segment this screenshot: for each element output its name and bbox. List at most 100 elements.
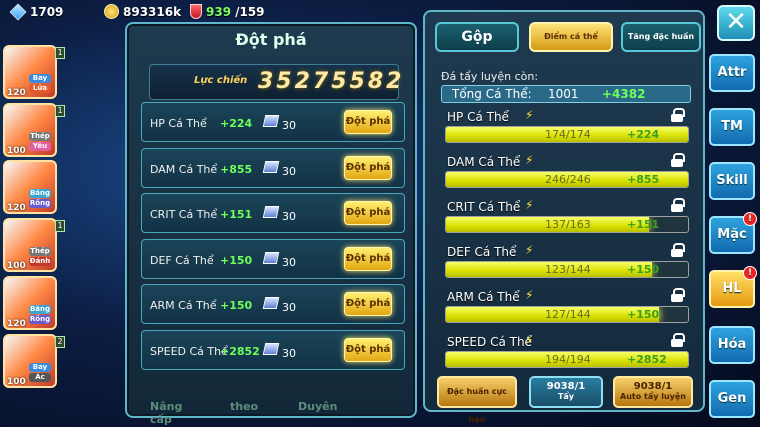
breakthrough-row: CRIT Cá Thể +151 30 Đột phá (141, 193, 405, 233)
type-badge: Yêu (29, 142, 51, 151)
remaining-stones-label: Đá tẩy luyện còn: (441, 70, 539, 83)
tab-duyen[interactable]: Duyên (298, 400, 337, 413)
auto-wash-button[interactable]: 9038/1 Auto tẩy luyện (613, 376, 693, 408)
tab-theo[interactable]: theo (230, 400, 258, 413)
tab-upgrade[interactable]: Nâng cấp (150, 400, 182, 426)
member-count: 1 (55, 105, 65, 117)
gem-icon (9, 3, 27, 21)
breakthrough-row: DEF Cá Thể +150 30 Đột phá (141, 238, 405, 279)
member-level: 100 (7, 146, 26, 156)
nav-label: Gen (717, 391, 747, 406)
close-button[interactable]: ✕ (717, 5, 755, 41)
stat-name: HP Cá Thể (150, 117, 207, 130)
gold-amount: 893316k (123, 4, 182, 19)
stat-bar-row: ARM Cá Thể ⚡ 127/144 +150 (445, 288, 689, 328)
team-member-card[interactable]: Bay Ác 100 2 (3, 334, 65, 388)
breakthrough-button[interactable]: Đột phá (344, 155, 392, 180)
member-level: 100 (7, 377, 26, 387)
stat-bonus: +150 (627, 263, 660, 276)
alert-badge: ! (743, 266, 757, 280)
gold-coin-icon (104, 4, 119, 19)
type-badge: Thép (29, 247, 51, 256)
nav-skill[interactable]: Skill (709, 162, 755, 200)
total-value: 1001 (548, 87, 579, 101)
team-member-card[interactable]: Thép Yêu 100 1 (3, 103, 65, 157)
stat-bar-row: CRIT Cá Thể ⚡ 137/163 +151 (445, 198, 689, 238)
type-badge: Ác (29, 373, 51, 382)
stat-name: ARM Cá Thể (150, 299, 217, 312)
auto-wash-count: 9038/1 (633, 381, 673, 392)
lock-icon[interactable] (671, 243, 685, 257)
lightning-icon: ⚡ (525, 153, 534, 167)
stat-value: 137/163 (545, 218, 591, 231)
lock-icon[interactable] (671, 333, 685, 347)
member-count: 1 (55, 220, 65, 232)
lock-icon[interactable] (671, 198, 685, 212)
breakthrough-button[interactable]: Đột phá (344, 292, 392, 316)
lock-icon[interactable] (671, 288, 685, 302)
ticket-icon (262, 160, 280, 173)
lightning-icon: ⚡ (525, 288, 534, 302)
member-level: 120 (7, 88, 26, 98)
breakthrough-row: DAM Cá Thể +855 30 Đột phá (141, 147, 405, 188)
energy-max: /159 (235, 4, 265, 19)
tab-special-training[interactable]: Tăng đặc huấn (621, 22, 701, 52)
stat-bonus: +855 (627, 173, 660, 186)
nav-hl[interactable]: HL! (709, 266, 757, 308)
nav-label: TM (721, 119, 743, 134)
ticket-icon (262, 297, 280, 309)
total-individual: Tổng Cá Thể: 1001 +4382 (441, 85, 691, 103)
ticket-icon (262, 342, 280, 355)
stat-bar-row: DAM Cá Thể ⚡ 246/246 +855 (445, 153, 689, 193)
nav-tm[interactable]: TM (709, 108, 755, 146)
lightning-icon: ⚡ (525, 333, 534, 347)
tab-individual-points[interactable]: Điểm cá thể (529, 22, 613, 52)
combat-power: Lực chiến 35275582 (149, 64, 401, 100)
breakthrough-button[interactable]: Đột phá (344, 201, 392, 225)
nav-attr[interactable]: Attr (709, 54, 755, 92)
energy-amount: 939 (206, 4, 232, 19)
breakthrough-button[interactable]: Đột phá (344, 337, 392, 362)
type-badge: Rồng (29, 199, 51, 208)
cost-amount: 30 (282, 164, 296, 178)
nav-gen[interactable]: Gen (709, 380, 755, 418)
stat-bonus: +2852 (627, 353, 667, 366)
total-label: Tổng Cá Thể: (452, 87, 532, 101)
stat-value: 127/144 (545, 308, 591, 321)
stat-name: SPEED Cá Thể (150, 344, 228, 358)
member-level: 120 (7, 319, 26, 329)
stat-name: DEF Cá Thể (150, 253, 214, 267)
breakthrough-row: SPEED Cá Thể +2852 30 Đột phá (141, 329, 405, 370)
stat-bonus: +151 (220, 208, 253, 221)
stat-bar-row: DEF Cá Thể ⚡ 123/144 +150 (445, 243, 689, 283)
team-member-card[interactable]: Băng Rồng 120 (3, 276, 57, 330)
lightning-icon: ⚡ (525, 243, 534, 257)
energy-counter: 939/159 (190, 4, 265, 19)
breakthrough-button[interactable]: Đột phá (344, 246, 392, 271)
breakthrough-button[interactable]: Đột phá (344, 110, 392, 134)
breakthrough-panel: Đột phá Lực chiến 35275582 HP Cá Thể +22… (125, 22, 417, 418)
type-badge: Đánh (29, 257, 51, 266)
stat-name: CRIT Cá Thể (150, 208, 218, 221)
cost-amount: 30 (282, 210, 296, 223)
nav-mặc[interactable]: Mặc! (709, 212, 757, 254)
lock-icon[interactable] (671, 108, 685, 122)
team-member-card[interactable]: Bay Lửa 120 1 (3, 45, 65, 99)
type-badge: Bay (29, 363, 51, 372)
team-member-card[interactable]: Băng Rồng 120 (3, 160, 57, 214)
wash-button[interactable]: 9038/1 Tẩy (529, 376, 603, 408)
stat-name: DEF Cá Thể (447, 245, 517, 259)
nav-hóa[interactable]: Hóa (709, 326, 755, 364)
ticket-icon (262, 115, 280, 127)
stat-name: HP Cá Thể (447, 110, 509, 124)
wash-label: Tẩy (557, 392, 575, 401)
cost-amount: 30 (282, 255, 296, 269)
stat-bonus: +855 (220, 162, 253, 176)
type-badge: Thép (29, 132, 51, 141)
special-training-button[interactable]: Đặc huấn cực hạn (437, 376, 517, 424)
nav-label: Attr (717, 65, 747, 80)
tab-gop[interactable]: Gộp (435, 22, 519, 52)
team-member-card[interactable]: Thép Đánh 100 1 (3, 218, 65, 272)
alert-badge: ! (743, 212, 757, 226)
lock-icon[interactable] (671, 153, 685, 167)
